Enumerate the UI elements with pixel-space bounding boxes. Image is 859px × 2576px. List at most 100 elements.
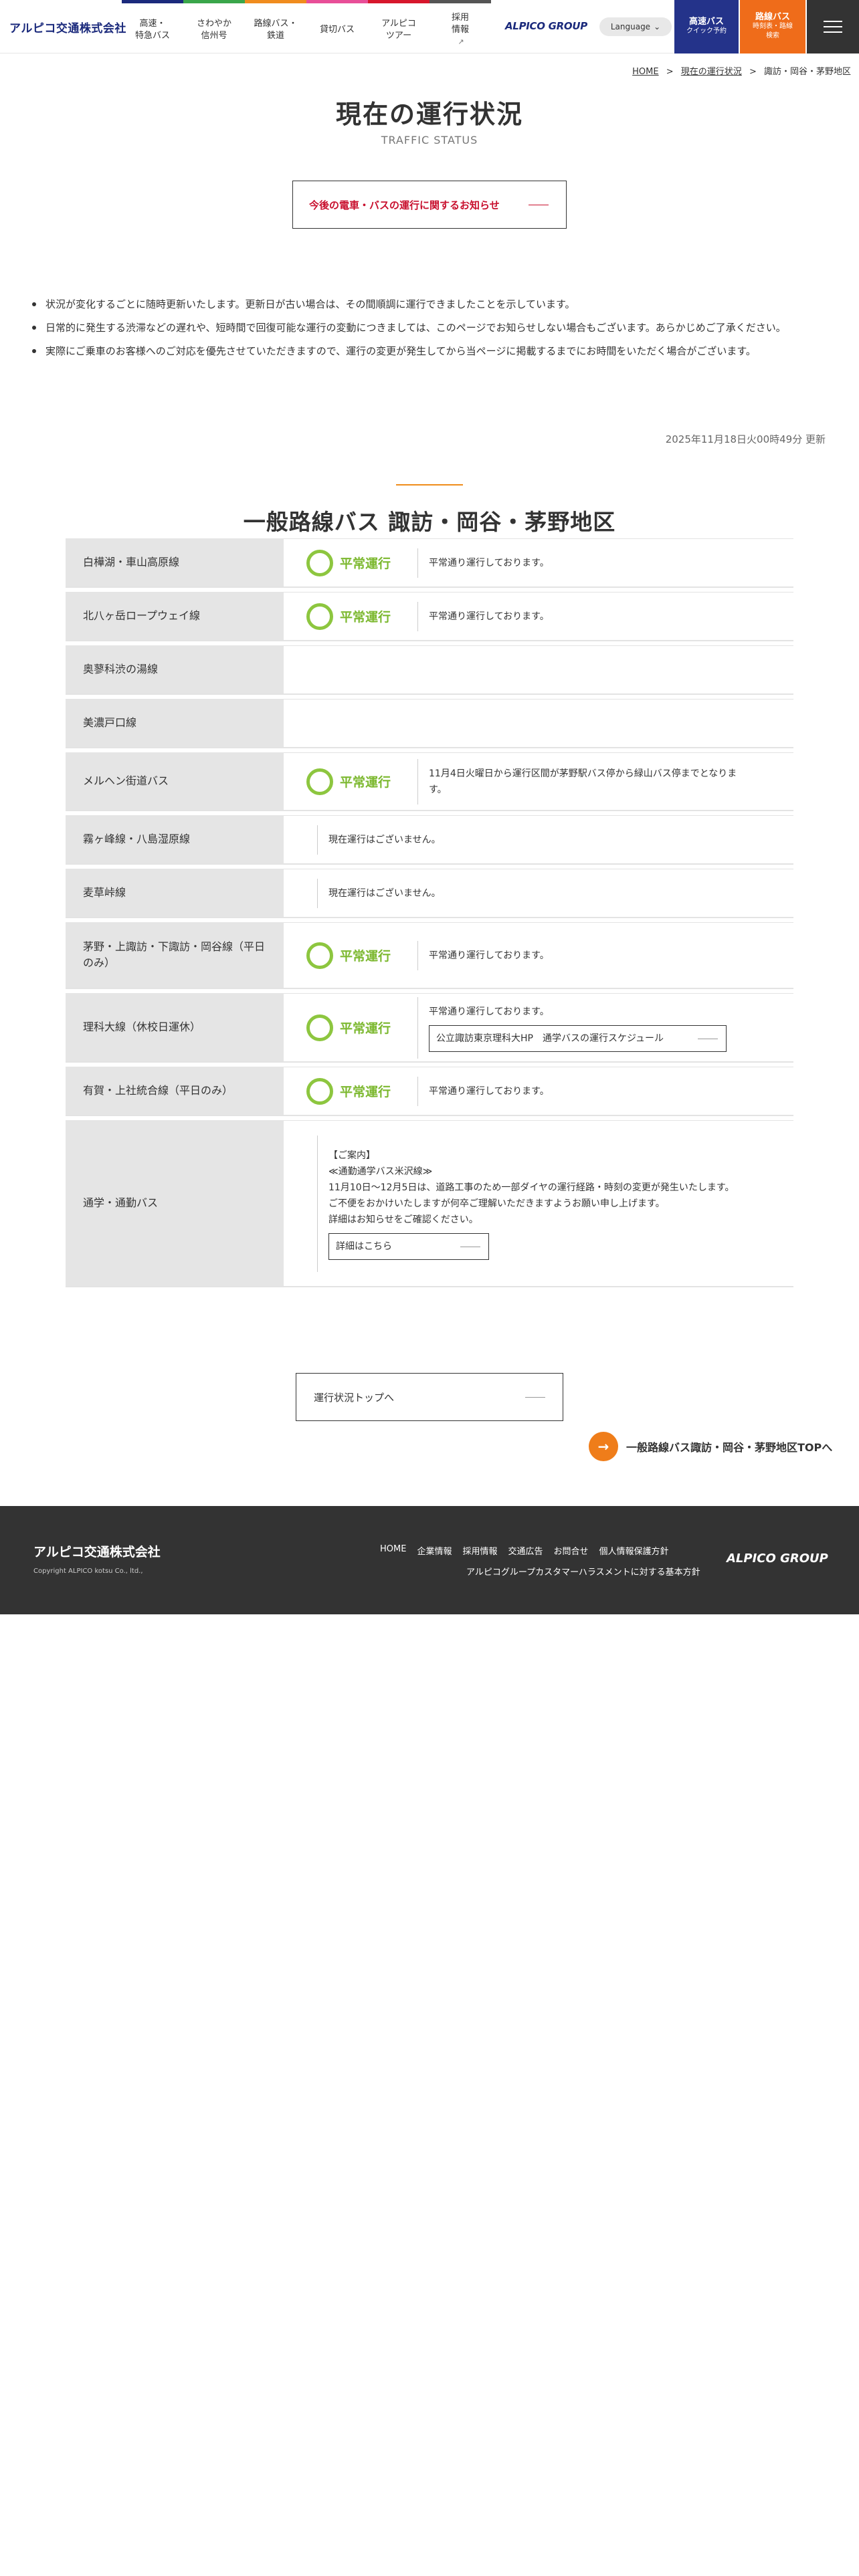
normal-status-icon (306, 768, 333, 795)
area-top-label: 一般路線バス諏訪・岡谷・茅野地区TOPへ (626, 1441, 833, 1454)
hamburger-menu-icon[interactable] (807, 0, 859, 53)
language-selector[interactable]: Language ⌄ (599, 17, 672, 36)
status-label: 平常運行 (340, 556, 391, 571)
status-top-button[interactable]: 運行状況トップへ (296, 1373, 563, 1421)
nav-highway-bus[interactable]: 高速・ 特急バス (122, 0, 183, 53)
route-name: 通学・通勤バス (66, 1120, 284, 1286)
route-info: 平常運行 平常通り運行しております。 (284, 1067, 793, 1115)
route-info: 【ご案内】 ≪通勤通学バス米沢線≫ 11月10日～12月5日は、道路工事のため一… (284, 1120, 793, 1286)
footer-alpico-group-logo[interactable]: ALPICO GROUP (727, 1551, 828, 1566)
normal-status-icon (306, 942, 333, 969)
footer-link-contact[interactable]: お問合せ (554, 1544, 589, 1557)
nav-sawayaka[interactable]: さわやか 信州号 (183, 0, 245, 53)
route-name: 霧ヶ峰線・八島湿原線 (66, 815, 284, 863)
nav-route-bus-rail[interactable]: 路線バス・ 鉄道 (245, 0, 306, 53)
note-item: 日常的に発生する渋滞などの遅れや、短時間で回復可能な運行の変動につきましては、こ… (32, 320, 835, 335)
route-info: 平常運行 11月4日火曜日から運行区間が茅野駅バス停から緑山バス停までとなりま … (284, 752, 793, 810)
footer-link-privacy[interactable]: 個人情報保護方針 (599, 1544, 669, 1557)
description-line: 詳細はお知らせをご確認ください。 (328, 1214, 478, 1225)
page-subtitle: TRAFFIC STATUS (381, 134, 478, 146)
route-info: 平常運行 平常通り運行しております。 (284, 922, 793, 988)
button-title: 高速バス (688, 17, 724, 27)
global-nav: 高速・ 特急バス さわやか 信州号 路線バス・ 鉄道 貸切バス アルピコ ツアー 採用情… (122, 0, 491, 53)
language-label: Language (610, 22, 651, 31)
note-item: 状況が変化するごとに随時更新いたします。更新日が古い場合は、その間順調に運行でき… (32, 297, 835, 312)
table-row: メルヘン街道バス 平常運行 11月4日火曜日から運行区間が茅野駅バス停から緑山バ… (66, 752, 793, 811)
status-description: 【ご案内】 ≪通勤通学バス米沢線≫ 11月10日～12月5日は、道路工事のため一… (317, 1135, 735, 1272)
route-info: 平常運行 平常通り運行しております。 (284, 538, 793, 586)
description-line: ご不便をおかけいたしますが何卒ご理解いただきますようお願い申し上げます。 (328, 1198, 665, 1209)
nav-charter-bus[interactable]: 貸切バス (306, 0, 368, 53)
status-cell: 平常運行 (284, 603, 417, 630)
schedule-button-label: 公立諏訪東京理科大HP 通学バスの運行スケジュール (436, 1033, 664, 1044)
table-row: 霧ヶ峰線・八島湿原線 現在運行はございません。 (66, 815, 793, 865)
highway-bus-quick-reserve-button[interactable]: 高速バス クイック予約 (674, 0, 739, 53)
nav-alpico-tour[interactable]: アルピコ ツアー (368, 0, 430, 53)
status-cell: 平常運行 (284, 768, 417, 795)
nav-label: 鉄道 (266, 30, 284, 41)
breadcrumb-home[interactable]: HOME (632, 67, 658, 77)
description-line: 平常通り運行しております。 (429, 1006, 549, 1017)
arrow-line-icon (525, 1397, 545, 1398)
normal-status-icon (306, 1077, 333, 1105)
footer-link-home[interactable]: HOME (380, 1544, 406, 1557)
nav-label: 特急バス (134, 30, 170, 41)
breadcrumb-current: 諏訪・岡谷・茅野地区 (763, 67, 851, 77)
nav-label: 採用 (451, 12, 469, 23)
status-label: 平常運行 (340, 775, 391, 790)
route-info: 平常運行 平常通り運行しております。 公立諏訪東京理科大HP 通学バスの運行スケ… (284, 993, 793, 1061)
nav-label: 情報 ↗ (452, 24, 469, 48)
nav-recruit[interactable]: 採用 情報 ↗ (430, 0, 491, 53)
chevron-down-icon: ⌄ (654, 22, 661, 31)
footer-link-company[interactable]: 企業情報 (417, 1544, 452, 1557)
normal-status-icon (306, 603, 333, 630)
table-row: 北八ヶ岳ロープウェイ線 平常運行 平常通り運行しております。 (66, 592, 793, 641)
table-row: 理科大線（休校日運休） 平常運行 平常通り運行しております。 公立諏訪東京理科大… (66, 993, 793, 1063)
footer-logo[interactable]: アルピコ交通株式会社 (33, 1542, 161, 1560)
status-description: 平常通り運行しております。 (417, 1076, 549, 1106)
status-description: 現在運行はございません。 (317, 878, 441, 908)
description-line: 11月4日火曜日から運行区間が茅野駅バス停から緑山バス停までとなりま (429, 768, 737, 779)
section-title: 一般路線バス 諏訪・岡谷・茅野地区 (243, 509, 616, 535)
tus-bus-schedule-button[interactable]: 公立諏訪東京理科大HP 通学バスの運行スケジュール (429, 1025, 727, 1052)
section-divider (396, 484, 463, 486)
external-link-icon: ↗ (458, 37, 464, 46)
breadcrumb-separator: > (666, 67, 674, 77)
page-title: 現在の運行状況 (335, 100, 523, 129)
footer-link-recruit[interactable]: 採用情報 (462, 1544, 497, 1557)
footer-link-advertising[interactable]: 交通広告 (508, 1544, 543, 1557)
route-name-line: 茅野・上諏訪・下諏訪・岡谷線（平日 (83, 940, 266, 953)
copyright: Copyright ALPICO kotsu Co., ltd., (33, 1568, 143, 1575)
site-header: アルピコ交通株式会社 高速・ 特急バス さわやか 信州号 路線バス・ 鉄道 貸切バス … (0, 0, 859, 53)
table-row: 白樺湖・車山高原線 平常運行 平常通り運行しております。 (66, 538, 793, 588)
breadcrumb-status[interactable]: 現在の運行状況 (681, 67, 742, 77)
breadcrumb: HOME > 現在の運行状況 > 諏訪・岡谷・茅野地区 (632, 64, 851, 77)
nav-label: さわやか (196, 18, 231, 29)
status-description: 平常通り運行しております。 (417, 940, 549, 970)
nav-label: 高速・ (139, 18, 166, 29)
details-button-label: 詳細はこちら (336, 1241, 392, 1252)
route-name: 麦草峠線 (66, 869, 284, 917)
route-info (284, 699, 793, 747)
normal-status-icon (306, 1014, 333, 1041)
footer-link-harassment-policy[interactable]: アルピコグループカスタマーハラスメントに対する基本方針 (466, 1565, 700, 1578)
alpico-group-logo[interactable]: ALPICO GROUP (505, 20, 587, 32)
description-line: す。 (429, 784, 447, 795)
status-table: 白樺湖・車山高原線 平常運行 平常通り運行しております。 北八ヶ岳ロープウェイ線… (66, 538, 793, 1291)
area-top-link[interactable]: → 一般路線バス諏訪・岡谷・茅野地区TOPへ (589, 1431, 832, 1462)
route-name: 北八ヶ岳ロープウェイ線 (66, 592, 284, 640)
route-name: 理科大線（休校日運休） (66, 993, 284, 1061)
table-row: 茅野・上諏訪・下諏訪・岡谷線（平日 のみ） 平常運行 平常通り運行しております。 (66, 922, 793, 989)
status-label: 平常運行 (340, 949, 391, 964)
route-bus-timetable-button[interactable]: 路線バス 時刻表・路線 検索 (740, 0, 805, 53)
status-description: 平常通り運行しております。 公立諏訪東京理科大HP 通学バスの運行スケジュール (417, 996, 727, 1059)
status-cell: 平常運行 (284, 549, 417, 576)
service-notice-button[interactable]: 今後の電車・バスの運行に関するお知らせ (292, 181, 567, 229)
details-button[interactable]: 詳細はこちら (328, 1232, 489, 1260)
route-name: 美濃戸口線 (66, 699, 284, 747)
company-logo[interactable]: アルピコ交通株式会社 (9, 19, 126, 35)
breadcrumb-separator: > (749, 67, 757, 77)
route-name-line: のみ） (83, 956, 116, 969)
description-line: 【ご案内】 (328, 1150, 375, 1161)
status-cell: 平常運行 (284, 1077, 417, 1105)
